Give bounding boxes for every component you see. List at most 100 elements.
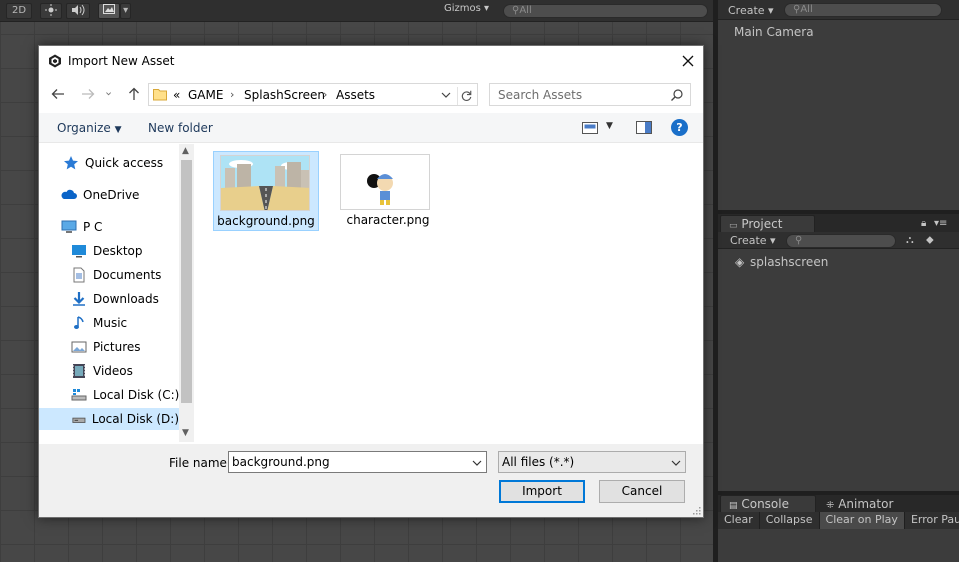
chevron-right-icon[interactable]: › [230,88,234,101]
scene-search-input[interactable]: ⚲All [503,4,708,18]
nav-item-quick-access[interactable]: Quick access [63,152,163,174]
chevron-down-icon[interactable] [472,458,482,468]
nav-item-pictures[interactable]: Pictures [71,336,141,358]
back-arrow-icon[interactable] [51,87,65,101]
dialog-title: Import New Asset [68,54,175,68]
file-name-input[interactable]: background.png [228,451,487,473]
console-icon: ▤ [729,501,738,511]
recent-dropdown-icon[interactable] [105,87,115,101]
scroll-up-icon[interactable]: ▲ [182,146,189,156]
right-panels: Create ▾ ⚲All Main Camera ▭ Project 🔒︎ ▾… [718,0,959,562]
nav-item-local-disk-d[interactable]: Local Disk (D:) [39,408,179,430]
console-clear-button[interactable]: Clear [718,512,760,529]
scrollbar-thumb[interactable] [181,160,192,403]
help-icon[interactable]: ? [671,119,688,136]
nav-item-desktop[interactable]: Desktop [71,240,143,262]
nav-item-downloads[interactable]: Downloads [71,288,159,310]
unity-logo-icon [49,54,61,68]
music-icon [74,316,84,329]
background-thumbnail [220,155,310,211]
nav-item-pc[interactable]: P C [61,216,102,238]
nav-item-music[interactable]: Music [71,312,127,334]
pictures-icon [71,341,87,353]
file-item[interactable]: background.png [213,151,319,231]
drive-c-icon [71,389,87,401]
nav-item-onedrive[interactable]: OneDrive [61,184,139,206]
file-item[interactable]: character.png [336,151,442,231]
organize-button[interactable]: Organize ▼ [57,121,122,135]
hierarchy-create-button[interactable]: Create ▾ [728,4,774,17]
forward-arrow-icon[interactable] [81,87,95,101]
address-bar[interactable]: « GAME › SplashScreen › Assets [148,83,478,106]
console-collapse-button[interactable]: Collapse [760,512,820,529]
tab-project[interactable]: ▭ Project [720,215,815,233]
cancel-button[interactable]: Cancel [599,480,685,503]
drive-d-icon [72,417,86,423]
breadcrumb-item[interactable]: Assets [336,88,375,102]
audio-toggle-icon[interactable] [66,2,91,19]
nav-label: Pictures [93,340,141,354]
mode-2d-button[interactable]: 2D [6,2,33,19]
preview-pane-icon[interactable] [636,121,652,134]
chevron-down-icon[interactable] [441,90,451,100]
hierarchy-item[interactable]: Main Camera [734,25,814,39]
pc-icon [61,220,77,233]
panel-menu-icon[interactable]: ▾≡ [934,218,947,229]
gizmos-dropdown[interactable]: Gizmos ▾ [444,3,489,14]
view-options-icon[interactable] [582,122,598,134]
nav-item-videos[interactable]: Videos [71,360,133,382]
search-icon[interactable] [670,88,684,102]
nav-label: Local Disk (D:) [91,412,179,426]
navigation-bar: « GAME › SplashScreen › Assets Search As… [39,80,703,108]
dialog-footer: File name: background.png All files (*.*… [39,444,703,517]
effects-toggle-icon[interactable] [98,2,121,19]
console-clear-on-play-button[interactable]: Clear on Play [819,512,905,529]
hierarchy-toolbar: Create ▾ ⚲All [718,0,959,20]
effects-dropdown-icon[interactable]: ▾ [120,2,132,19]
search-input[interactable]: Search Assets [489,83,691,106]
tab-console[interactable]: ▤ Console [720,495,816,512]
chevron-right-icon[interactable]: › [323,88,327,101]
file-type-value: All files (*.*) [502,455,575,469]
command-bar: Organize ▼ New folder ▼ ? [39,113,703,143]
console-toolbar: Clear Collapse Clear on Play Error Pause [718,512,959,529]
hierarchy-search-input[interactable]: ⚲All [784,3,942,17]
up-arrow-icon[interactable] [127,87,141,101]
nav-label: Documents [93,268,162,282]
nav-item-local-disk-c[interactable]: Local Disk (C:) [71,384,179,406]
console-error-pause-button[interactable]: Error Pause [905,512,959,529]
file-type-select[interactable]: All files (*.*) [498,451,686,473]
new-folder-button[interactable]: New folder [148,121,213,135]
lock-icon[interactable]: 🔒︎ [921,218,926,229]
project-item[interactable]: splashscreen [750,255,828,269]
filter-type-icon[interactable]: ⛬ [906,233,914,247]
breadcrumb-item[interactable]: GAME [188,88,223,102]
project-create-button[interactable]: Create ▾ [730,234,776,247]
nav-label: Videos [93,364,133,378]
resize-grip-icon[interactable] [691,505,701,515]
animator-icon: ⁜ [826,500,835,511]
nav-label: P C [83,220,103,234]
file-name: character.png [346,213,430,227]
import-button[interactable]: Import [499,480,585,503]
file-list: background.png character.png [195,144,703,442]
breadcrumb-item[interactable]: SplashScreen [244,88,325,102]
navigation-pane: Quick access OneDrive P C Desktop Docume… [39,144,193,444]
chevron-down-icon[interactable] [671,458,681,468]
downloads-icon [73,292,85,306]
dialog-titlebar[interactable]: Import New Asset [39,46,703,76]
project-search-input[interactable]: ⚲ [786,234,896,248]
lighting-toggle-icon[interactable] [40,2,63,19]
nav-scrollbar[interactable]: ▲ ▼ [179,144,194,442]
close-icon[interactable] [679,52,697,70]
refresh-icon[interactable] [457,87,475,105]
view-dropdown-icon[interactable]: ▼ [606,121,613,131]
filter-label-icon[interactable]: ⬥ [926,233,934,247]
tab-animator[interactable]: ⁜ Animator [826,497,893,511]
nav-label: Downloads [93,292,159,306]
scroll-down-icon[interactable]: ▼ [182,428,189,438]
file-name: background.png [217,214,315,228]
breadcrumb-overflow[interactable]: « [173,88,180,102]
nav-item-documents[interactable]: Documents [71,264,161,286]
nav-label: OneDrive [83,188,140,202]
